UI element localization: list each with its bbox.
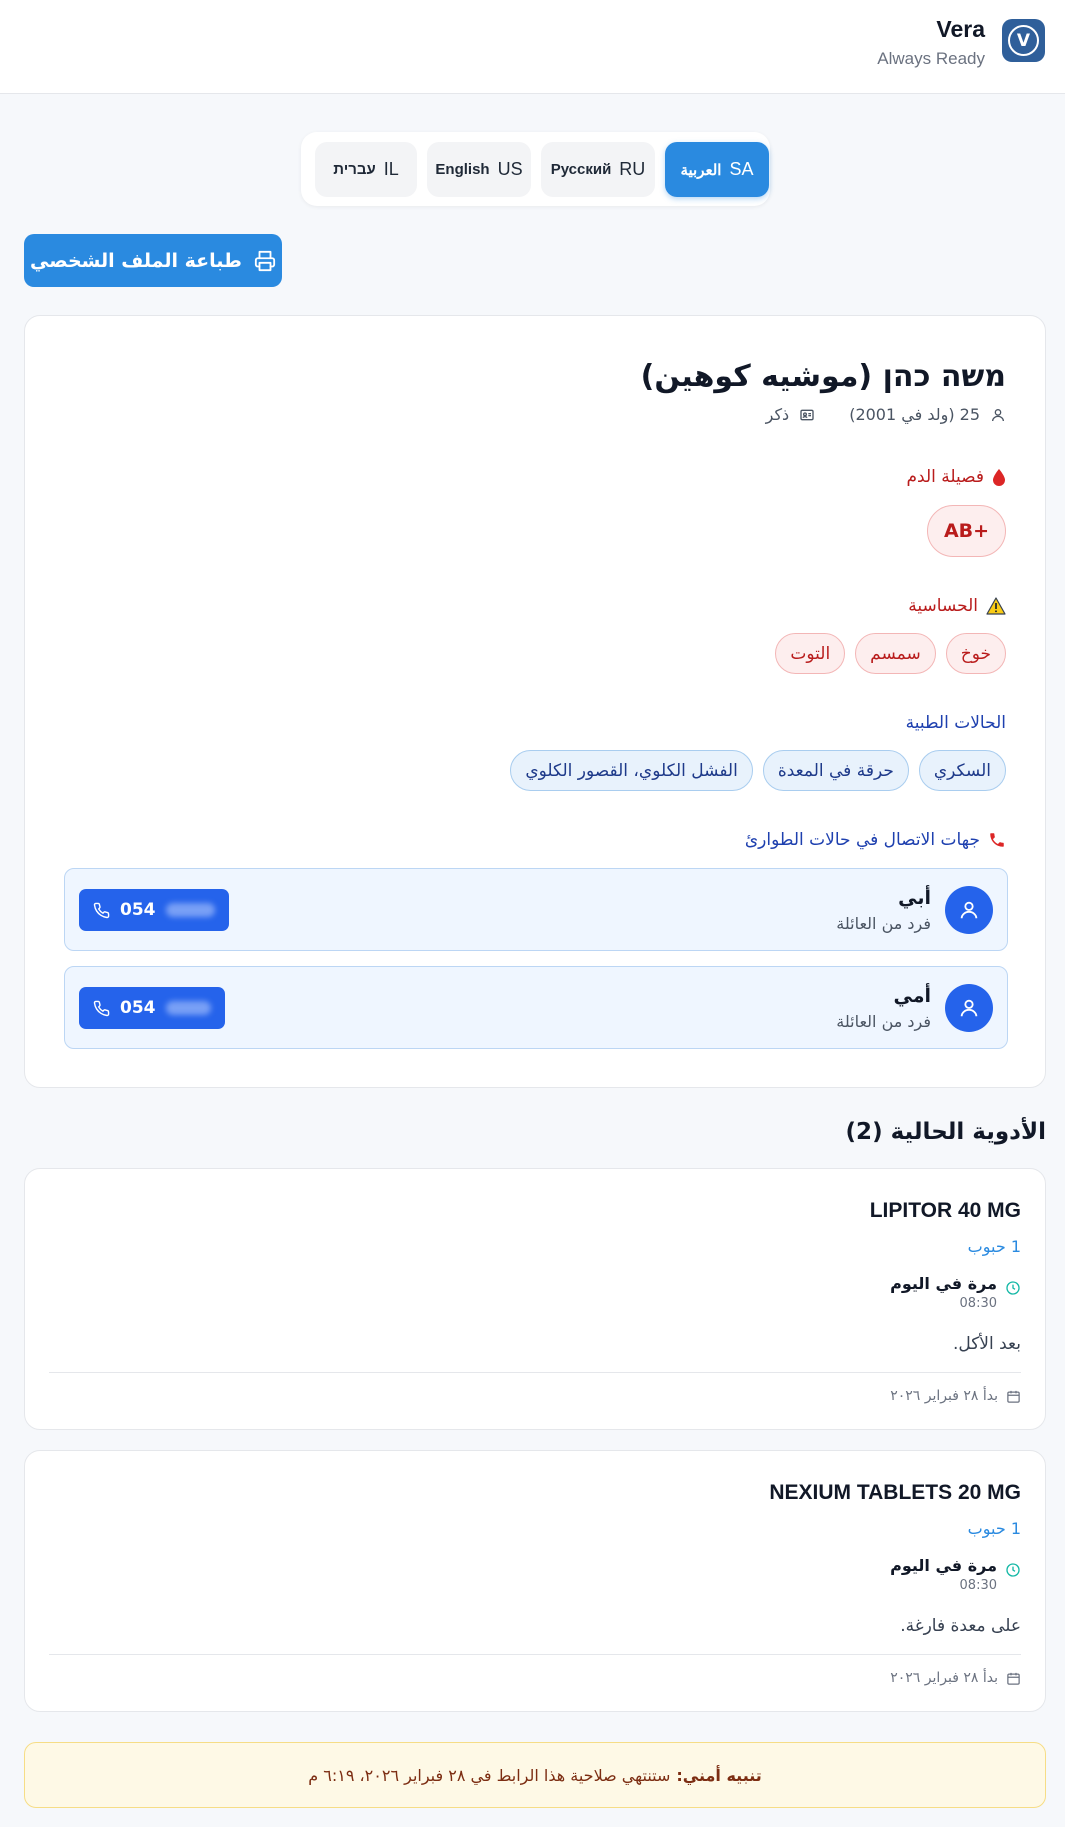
medication-start: بدأ ٢٨ فبراير ٢٠٢٦: [890, 1388, 1021, 1404]
phone-number-redacted: [165, 1001, 211, 1015]
allergy-chip: سمسم: [855, 633, 936, 674]
blood-drop-icon: [992, 468, 1006, 486]
contact-name: أمي: [893, 985, 932, 1007]
medication-card: LIPITOR 40 MG 1 حبوب مرة في اليوم 08:30 …: [24, 1168, 1046, 1430]
security-notice-title: تنبيه أمني:: [676, 1765, 762, 1785]
allergies-label: الحساسية: [908, 596, 978, 616]
clock-icon: [1005, 1280, 1021, 1296]
emergency-contacts-label: جهات الاتصال في حالات الطوارئ: [744, 830, 980, 850]
language-label: العربية: [680, 161, 722, 179]
medication-start: بدأ ٢٨ فبراير ٢٠٢٦: [890, 1670, 1021, 1686]
allergy-list: خوخ سمسم التوت: [775, 633, 1006, 674]
logo-letter: V: [1008, 25, 1039, 56]
calendar-icon: [1006, 1389, 1021, 1404]
phone-number-prefix: 054: [120, 998, 156, 1018]
divider: [49, 1372, 1021, 1373]
printer-icon: [254, 250, 276, 272]
medications-title: الأدوية الحالية (2): [845, 1119, 1046, 1145]
phone-icon: [93, 902, 110, 919]
patient-meta: 25 (ولد في 2001) ذكر: [766, 405, 1006, 424]
medication-note: بعد الأكل.: [952, 1334, 1021, 1354]
top-bar: V Vera Always Ready: [0, 0, 1065, 94]
language-button-ru[interactable]: Русский RU: [541, 142, 655, 197]
vera-logo-icon[interactable]: V: [1002, 19, 1045, 62]
condition-list: السكري حرقة في المعدة الفشل الكلوي، القص…: [510, 750, 1006, 791]
medication-dose: 1 حبوب: [967, 1519, 1021, 1538]
conditions-heading: الحالات الطبية: [906, 713, 1006, 733]
language-code: SA: [729, 159, 754, 179]
brand-name: Vera: [936, 16, 985, 42]
emergency-contact-card: أبي فرد من العائلة 054: [64, 868, 1008, 951]
patient-name: משה כהן (موشيه كوهين): [640, 359, 1006, 394]
phone-icon: [93, 1000, 110, 1017]
medication-frequency: مرة في اليوم: [890, 1274, 997, 1293]
language-button-sa[interactable]: العربية SA: [665, 142, 769, 197]
calendar-icon: [1006, 1671, 1021, 1686]
print-profile-button[interactable]: طباعة الملف الشخصي: [24, 234, 282, 287]
security-notice: تنبيه أمني: ستنتهي صلاحية هذا الرابط في …: [24, 1742, 1046, 1808]
medication-name: NEXIUM TABLETS 20 MG: [769, 1481, 1021, 1504]
condition-chip: الفشل الكلوي، القصور الكلوي: [510, 750, 753, 791]
medication-name: LIPITOR 40 MG: [869, 1199, 1021, 1222]
blood-type-badge: AB+: [927, 505, 1006, 557]
condition-chip: حرقة في المعدة: [762, 750, 909, 791]
contact-avatar-icon: [945, 886, 993, 934]
language-switcher: עברית IL English US Русский RU العربية S…: [301, 132, 770, 206]
profile-card: משה כהן (موشيه كوهين) 25 (ولد في 2001) ذ…: [24, 315, 1046, 1088]
emergency-contacts-heading: جهات الاتصال في حالات الطوارئ: [745, 830, 1006, 850]
id-card-icon: [799, 407, 815, 423]
blood-type-label: فصيلة الدم: [906, 467, 985, 487]
language-label: Русский: [550, 161, 612, 178]
phone-number-prefix: 054: [120, 900, 156, 920]
brand-tagline: Always Ready: [877, 49, 985, 68]
medication-time: 08:30: [959, 1578, 997, 1593]
language-code: IL: [383, 159, 399, 179]
contact-name: أبي: [898, 887, 931, 909]
medication-start-date: بدأ ٢٨ فبراير ٢٠٢٦: [890, 1388, 998, 1404]
language-label: English: [435, 161, 490, 178]
phone-number-redacted: [165, 903, 215, 917]
call-contact-button[interactable]: 054: [79, 987, 225, 1029]
allergy-chip: التوت: [775, 633, 846, 674]
language-button-il[interactable]: עברית IL: [315, 142, 417, 197]
person-icon: [990, 407, 1006, 423]
emergency-contact-card: أمي فرد من العائلة 054: [64, 966, 1008, 1049]
language-code: US: [497, 159, 523, 179]
allergies-heading: الحساسية: [908, 596, 1006, 616]
medication-card: NEXIUM TABLETS 20 MG 1 حبوب مرة في اليوم…: [24, 1450, 1046, 1712]
medication-schedule: مرة في اليوم 08:30: [890, 1274, 1021, 1311]
contact-avatar-icon: [945, 984, 993, 1032]
divider: [49, 1654, 1021, 1655]
patient-age: 25 (ولد في 2001): [849, 405, 980, 424]
blood-type-heading: فصيلة الدم: [907, 467, 1007, 487]
medication-start-date: بدأ ٢٨ فبراير ٢٠٢٦: [890, 1670, 998, 1686]
medication-schedule: مرة في اليوم 08:30: [890, 1556, 1021, 1593]
language-label: עברית: [333, 161, 376, 178]
call-contact-button[interactable]: 054: [79, 889, 229, 931]
print-button-label: طباعة الملف الشخصي: [30, 249, 242, 272]
medication-note: على معدة فارغة.: [900, 1616, 1021, 1636]
medication-time: 08:30: [959, 1296, 997, 1311]
warning-icon: [986, 597, 1006, 615]
conditions-label: الحالات الطبية: [905, 713, 1006, 733]
patient-gender: ذكر: [765, 405, 790, 424]
contact-relation: فرد من العائلة: [836, 914, 931, 933]
condition-chip: السكري: [918, 750, 1006, 791]
medication-frequency: مرة في اليوم: [890, 1556, 997, 1575]
phone-red-icon: [988, 831, 1006, 849]
medication-dose: 1 حبوب: [967, 1237, 1021, 1256]
contact-relation: فرد من العائلة: [836, 1012, 931, 1031]
security-notice-text: ستنتهي صلاحية هذا الرابط في ٢٨ فبراير ٢٠…: [308, 1765, 671, 1785]
language-code: RU: [619, 159, 646, 179]
clock-icon: [1005, 1562, 1021, 1578]
language-button-us[interactable]: English US: [427, 142, 531, 197]
allergy-chip: خوخ: [945, 633, 1006, 674]
